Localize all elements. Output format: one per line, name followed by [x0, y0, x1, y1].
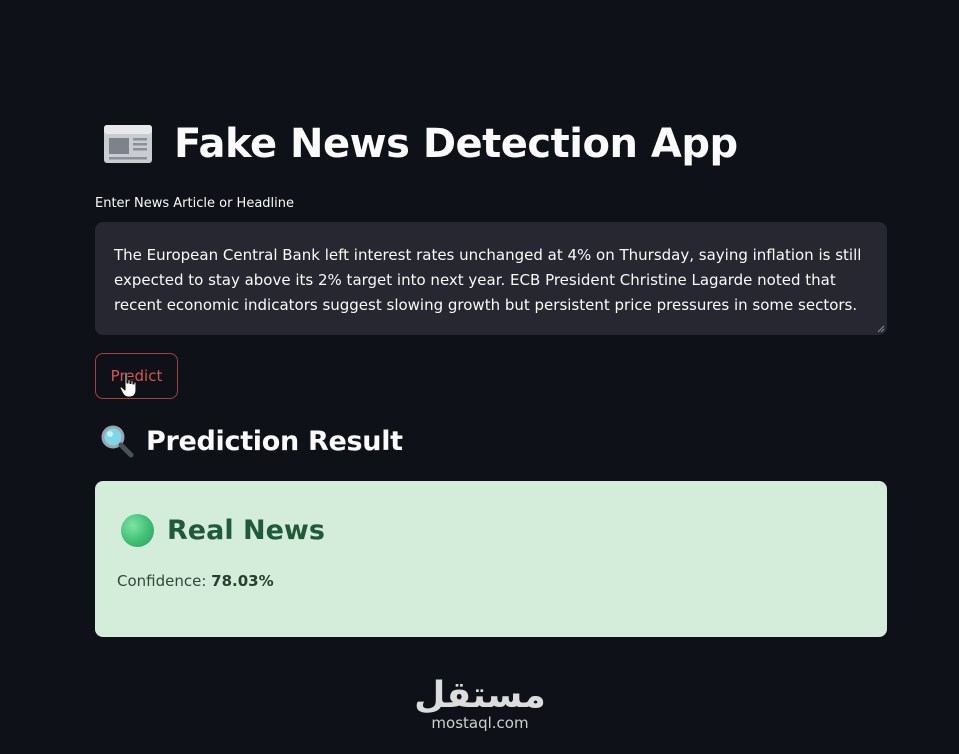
magnifying-glass-icon — [101, 425, 134, 458]
green-circle-icon — [121, 514, 154, 547]
verdict-row: Real News — [121, 514, 325, 547]
confidence-label: Confidence: — [117, 572, 212, 590]
watermark: مستقل mostaql.com — [410, 675, 550, 733]
predict-button-label: Predict — [110, 367, 163, 385]
result-success-card: Real News Confidence: 78.03% — [95, 481, 887, 637]
confidence-text: Confidence: 78.03% — [117, 572, 274, 590]
resize-grip-icon[interactable] — [877, 325, 885, 333]
verdict-label: Real News — [167, 515, 325, 546]
news-input-label: Enter News Article or Headline — [95, 196, 295, 211]
prediction-result-heading-row: Prediction Result — [100, 424, 403, 458]
prediction-result-heading: Prediction Result — [146, 425, 403, 457]
page-title: Fake News Detection App — [174, 121, 738, 167]
app-page: Fake News Detection App Enter News Artic… — [0, 0, 959, 754]
newspaper-icon — [102, 122, 154, 166]
page-title-row: Fake News Detection App — [102, 118, 738, 170]
news-text-input[interactable]: The European Central Bank left interest … — [95, 222, 887, 335]
predict-button[interactable]: Predict — [95, 353, 178, 399]
watermark-url: mostaql.com — [431, 714, 529, 732]
watermark-arabic: مستقل — [414, 675, 546, 716]
confidence-value: 78.03% — [211, 572, 274, 590]
